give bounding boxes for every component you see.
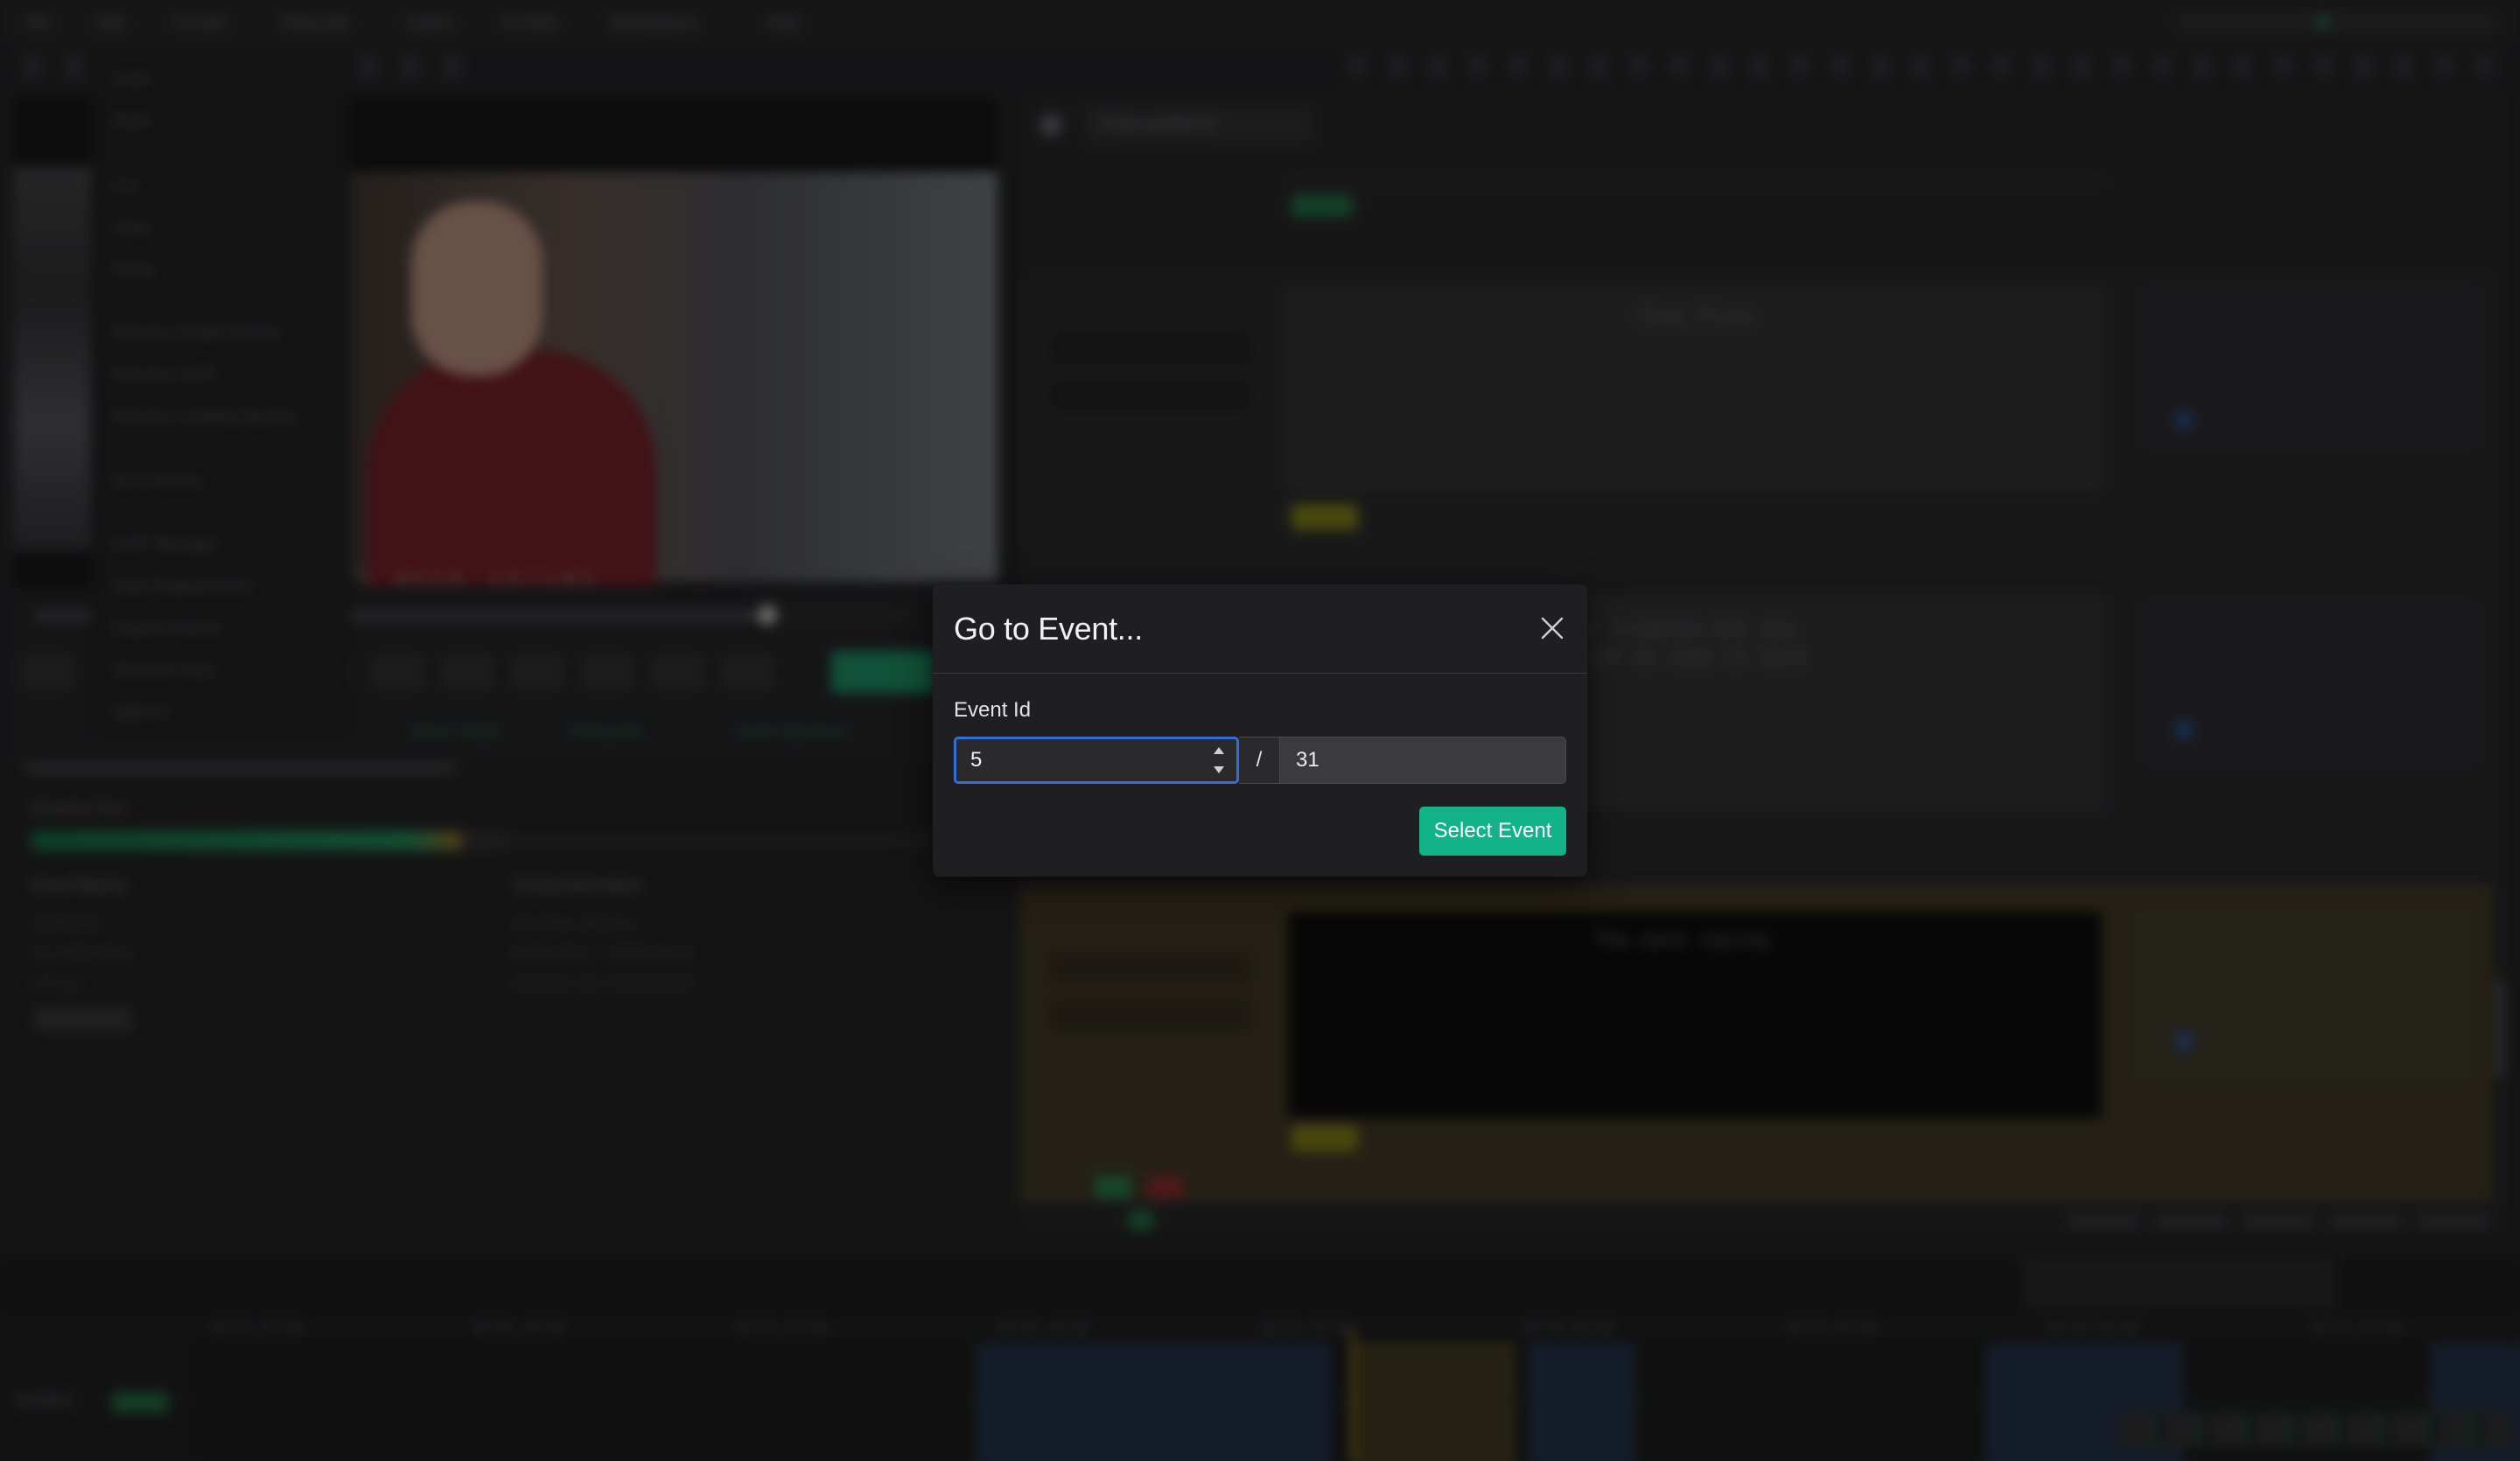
chevron-up-icon[interactable] [1210, 744, 1228, 758]
event-separator: / [1239, 737, 1279, 784]
dialog-header: Go to Event... [933, 584, 1587, 674]
close-icon [1541, 617, 1564, 640]
chevron-down-icon[interactable] [1210, 762, 1228, 776]
total-events-field: 31 [1279, 737, 1566, 784]
event-id-input[interactable] [956, 739, 1193, 781]
event-id-label: Event Id [954, 698, 1032, 722]
dialog-title: Go to Event... [954, 611, 1143, 647]
go-to-event-dialog: Go to Event... Event Id / 31 Sel [933, 584, 1587, 877]
event-id-field[interactable] [954, 737, 1239, 784]
app-window: File Edit Format Timecode Import AI Tool… [0, 0, 2520, 1461]
close-button[interactable] [1536, 612, 1568, 644]
select-event-button[interactable]: Select Event [1419, 807, 1566, 856]
event-id-spinner[interactable] [1210, 744, 1228, 776]
